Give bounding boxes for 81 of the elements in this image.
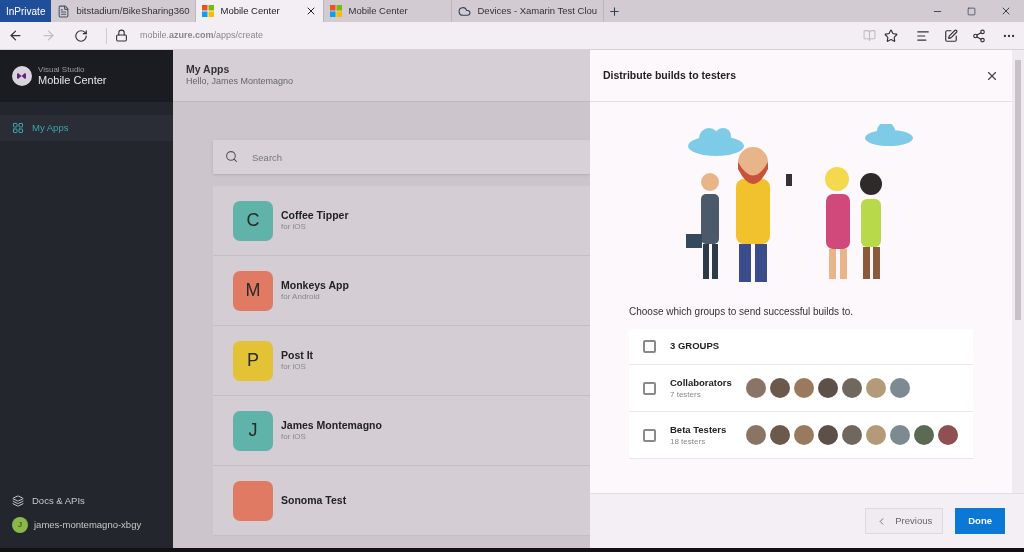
back-icon[interactable] (8, 28, 23, 43)
group-row[interactable]: 3 GROUPS (629, 329, 973, 365)
avatar (770, 378, 790, 398)
avatar (746, 425, 766, 445)
avatar (938, 425, 958, 445)
close-icon[interactable] (1000, 5, 1012, 17)
prompt-text: Choose which groups to send successful builds to. (629, 305, 853, 319)
app-name: Monkeys App (281, 278, 349, 293)
panel-title: Distribute builds to testers (603, 67, 738, 83)
app-platform: for iOS (281, 362, 307, 373)
groups-count: 3 GROUPS (670, 339, 720, 354)
sidebar-item[interactable]: My Apps (0, 115, 173, 141)
search-icon (225, 150, 238, 163)
four-squares-icon (330, 5, 343, 17)
avatar (818, 425, 838, 445)
avatar (866, 425, 886, 445)
previous-button[interactable]: Previous (865, 508, 944, 534)
avatar (842, 425, 862, 445)
app-row[interactable]: P Post It for iOS (213, 326, 590, 396)
avatar (842, 378, 862, 398)
user-name[interactable]: james-montemagno-xbgy (34, 517, 142, 533)
app-platform: for Android (281, 292, 321, 303)
tab-label: Devices - Xamarin Test Clou (477, 3, 598, 18)
app-row[interactable]: J James Montemagno for iOS (213, 396, 590, 466)
app-row[interactable]: C Coffee Tipper for iOS (213, 186, 590, 256)
logo-icon (12, 66, 32, 86)
refresh-icon[interactable] (74, 28, 88, 43)
app-name: Post It (281, 348, 314, 363)
checkbox[interactable] (643, 428, 656, 442)
group-name: Collaborators (670, 375, 732, 390)
group-row[interactable]: Collaborators 7 testers (629, 365, 973, 412)
app-icon: P (233, 340, 273, 381)
avatar (890, 378, 910, 398)
avatar (794, 425, 814, 445)
lock-icon (115, 29, 128, 42)
avatar (914, 425, 934, 445)
product-name: Mobile Center (38, 74, 107, 87)
app-platform: for iOS (281, 432, 307, 443)
tester-count: 18 testers (670, 436, 706, 448)
tester-count: 7 testers (670, 389, 701, 401)
avatar (818, 378, 838, 398)
tab-label: Mobile Center (348, 3, 409, 18)
app-icon: C (233, 200, 273, 241)
checkbox[interactable] (643, 381, 656, 395)
app-name: James Montemagno (281, 418, 382, 433)
product-line: Visual Studio (38, 65, 86, 75)
private-badge: InPrivate (0, 0, 52, 22)
layers-icon (12, 495, 24, 507)
avatar (770, 425, 790, 445)
avatar (890, 425, 910, 445)
group-row[interactable]: Beta Testers 18 testers (629, 412, 973, 459)
browser-tab[interactable]: Mobile Center (196, 0, 325, 22)
app-row[interactable]: M Monkeys App for Android (213, 256, 590, 326)
share-icon[interactable] (972, 28, 986, 43)
maximize-icon[interactable] (967, 6, 976, 16)
user-avatar[interactable]: J (12, 517, 28, 533)
page-icon (57, 4, 71, 18)
tab-label: bitstadium/BikeSharing360 (76, 3, 190, 18)
checkbox[interactable] (643, 340, 656, 353)
app-icon: J (233, 410, 273, 451)
star-icon[interactable] (884, 28, 898, 43)
avatar (746, 378, 766, 398)
app-row[interactable]: Sonoma Test (213, 466, 590, 536)
pen-icon[interactable] (944, 28, 958, 43)
app-icon: M (233, 270, 273, 311)
grid-icon (12, 122, 24, 134)
new-tab-icon[interactable] (608, 4, 622, 18)
tab-label: Mobile Center (220, 3, 281, 18)
page-title: My Apps (186, 63, 231, 77)
app-platform: for iOS (281, 222, 307, 233)
four-squares-icon (202, 5, 215, 17)
avatar (866, 378, 886, 398)
docs-link[interactable]: Docs & APIs (0, 490, 173, 512)
app-name: Coffee Tipper (281, 208, 349, 223)
cloud-icon (458, 4, 472, 18)
search-field[interactable]: Search (213, 140, 590, 174)
avatar (794, 378, 814, 398)
group-name: Beta Testers (670, 422, 727, 437)
app-name: Sonoma Test (281, 493, 347, 508)
greeting: Hello, James Montemagno (186, 76, 295, 88)
done-button[interactable]: Done (955, 508, 1005, 534)
